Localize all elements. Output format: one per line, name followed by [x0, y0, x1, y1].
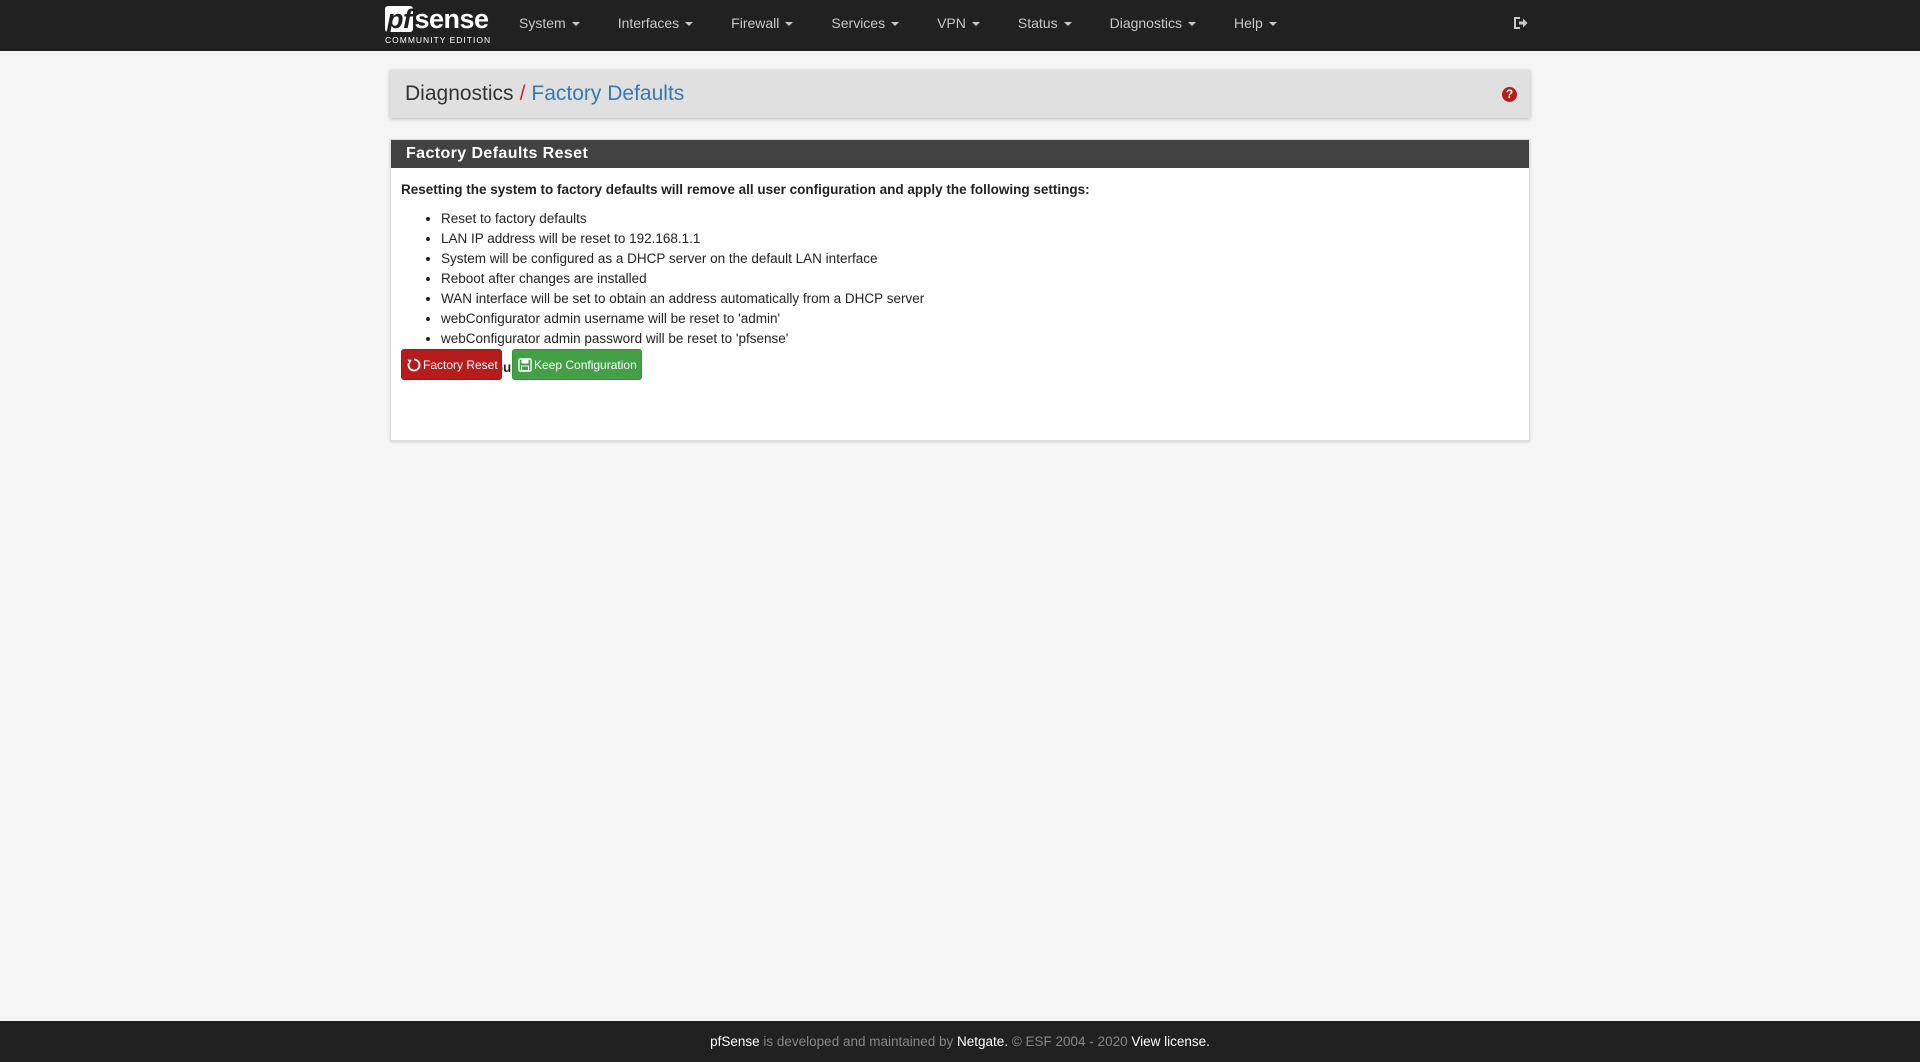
- factory-reset-label: Factory Reset: [423, 358, 498, 372]
- list-item: webConfigurator admin password will be r…: [441, 329, 1519, 349]
- breadcrumb: Diagnostics / Factory Defaults ?: [390, 70, 1530, 118]
- caret-down-icon: [685, 22, 694, 27]
- question-circle-icon[interactable]: ?: [1502, 87, 1517, 102]
- undo-icon: [407, 358, 421, 372]
- caret-down-icon: [1063, 22, 1072, 27]
- list-item: LAN IP address will be reset to 192.168.…: [441, 229, 1519, 249]
- menu-status[interactable]: Status: [999, 0, 1091, 51]
- breadcrumb-parent: Diagnostics: [405, 82, 514, 105]
- footer-text: is developed and maintained by: [759, 1034, 958, 1049]
- factory-defaults-panel: Factory Defaults Reset Resetting the sys…: [390, 139, 1530, 441]
- save-icon: [518, 358, 532, 372]
- menu-diagnostics[interactable]: Diagnostics: [1091, 0, 1215, 51]
- view-license-link[interactable]: View license.: [1131, 1034, 1210, 1049]
- caret-down-icon: [1268, 22, 1277, 27]
- menu-label: Diagnostics: [1109, 15, 1182, 31]
- menu-label: Status: [1017, 15, 1058, 31]
- menu-help[interactable]: Help: [1215, 0, 1296, 51]
- logo-wordmark: pf sense: [385, 4, 489, 34]
- breadcrumb-separator: /: [519, 82, 526, 105]
- caret-down-icon: [785, 22, 794, 27]
- menu-label: Help: [1233, 15, 1263, 31]
- menu-system[interactable]: System: [500, 0, 599, 51]
- top-navbar: pf sense COMMUNITY EDITION System Interfa…: [0, 0, 1920, 51]
- footer: pfSense is developed and maintained by N…: [0, 1021, 1920, 1062]
- menu-label: Interfaces: [617, 15, 680, 31]
- menu-label: Firewall: [731, 15, 780, 31]
- menu-label: VPN: [937, 15, 966, 31]
- list-item: webConfigurator admin username will be r…: [441, 309, 1519, 329]
- factory-reset-button[interactable]: Factory Reset: [401, 349, 502, 380]
- breadcrumb-current-link[interactable]: Factory Defaults: [531, 82, 684, 105]
- menu-label: System: [519, 15, 566, 31]
- keep-configuration-label: Keep Configuration: [534, 358, 637, 372]
- footer-brand: pfSense: [710, 1034, 760, 1049]
- main-menu: System Interfaces Firewall Services VPN …: [500, 0, 1296, 51]
- list-item: WAN interface will be set to obtain an a…: [441, 289, 1519, 309]
- menu-interfaces[interactable]: Interfaces: [599, 0, 712, 51]
- panel-title: Factory Defaults Reset: [391, 140, 1529, 168]
- caret-down-icon: [971, 22, 980, 27]
- list-item: System will be configured as a DHCP serv…: [441, 249, 1519, 269]
- list-item: Reset to factory defaults: [441, 209, 1519, 229]
- intro-text: Resetting the system to factory defaults…: [401, 182, 1090, 197]
- keep-configuration-button[interactable]: Keep Configuration: [512, 349, 642, 380]
- menu-firewall[interactable]: Firewall: [712, 0, 812, 51]
- caret-down-icon: [571, 22, 580, 27]
- netgate-link[interactable]: Netgate.: [957, 1034, 1008, 1049]
- footer-copyright: © ESF 2004 - 2020: [1008, 1034, 1132, 1049]
- page-title: Diagnostics / Factory Defaults: [405, 70, 684, 118]
- caret-down-icon: [891, 22, 900, 27]
- menu-vpn[interactable]: VPN: [918, 0, 999, 51]
- menu-label: Services: [831, 15, 886, 31]
- caret-down-icon: [1187, 22, 1196, 27]
- menu-services[interactable]: Services: [812, 0, 918, 51]
- settings-list: Reset to factory defaults LAN IP address…: [401, 209, 1519, 349]
- sign-out-icon[interactable]: [1512, 15, 1530, 33]
- logo-subtitle: COMMUNITY EDITION: [385, 35, 492, 45]
- list-item: Reboot after changes are installed: [441, 269, 1519, 289]
- pfsense-logo[interactable]: pf sense COMMUNITY EDITION: [385, 4, 491, 46]
